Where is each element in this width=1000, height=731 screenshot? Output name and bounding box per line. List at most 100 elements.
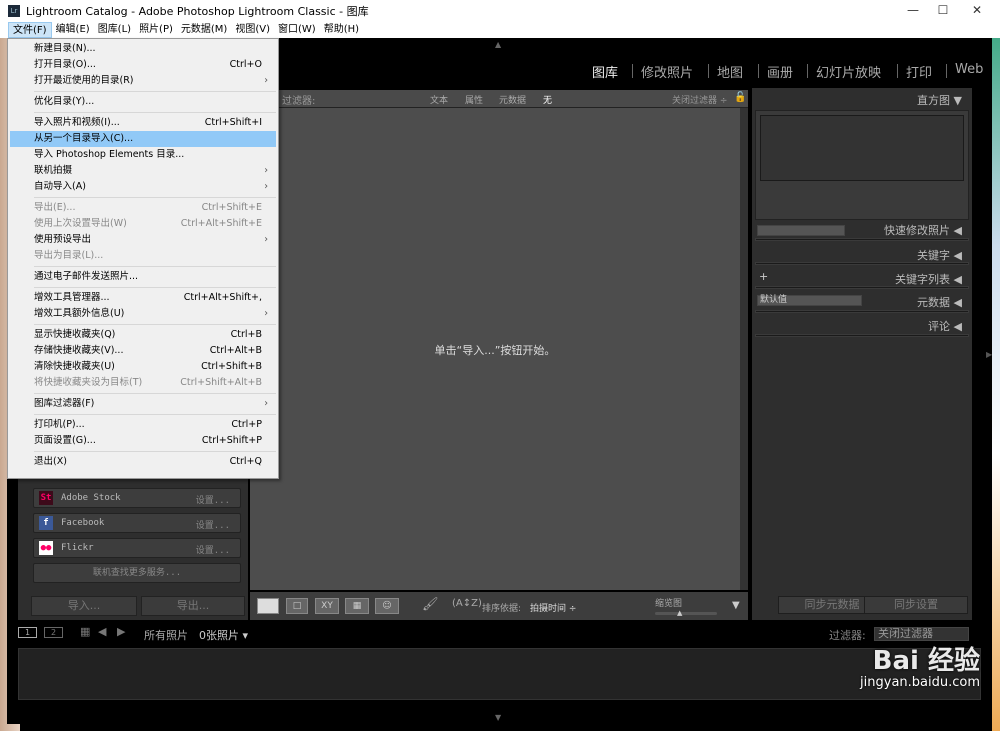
- filmstrip: [18, 648, 981, 700]
- menu-1[interactable]: 编辑(E): [52, 22, 94, 38]
- menu-7[interactable]: 帮助(H): [320, 22, 363, 38]
- minimize-button[interactable]: —: [896, 0, 930, 21]
- maximize-button[interactable]: ☐: [926, 0, 960, 21]
- file-menu-item[interactable]: 联机拍摄 ›: [10, 163, 276, 179]
- sort-select[interactable]: 拍摄时间 ÷: [530, 601, 576, 614]
- file-menu-item[interactable]: 增效工具管理器... Ctrl+Alt+Shift+,: [10, 290, 276, 306]
- menu-3[interactable]: 照片(P): [135, 22, 177, 38]
- file-menu-item[interactable]: 增效工具额外信息(U) ›: [10, 306, 276, 322]
- filter-tab-none[interactable]: 无: [543, 93, 552, 106]
- file-menu-item[interactable]: 打开目录(O)... Ctrl+O: [10, 57, 276, 73]
- module-tab-0[interactable]: 图库: [592, 62, 618, 81]
- service-logo-icon: ●●: [39, 541, 53, 555]
- file-menu-item[interactable]: 导出为目录(L)...: [10, 248, 276, 264]
- file-menu-item[interactable]: 自动导入(A) ›: [10, 179, 276, 195]
- loupe-view-icon[interactable]: □: [286, 598, 308, 614]
- file-menu-item[interactable]: 从另一个目录导入(C)...: [10, 131, 276, 147]
- file-menu-item[interactable]: 使用预设导出 ›: [10, 232, 276, 248]
- file-menu-item[interactable]: 通过电子邮件发送照片...: [10, 269, 276, 285]
- module-tab-4[interactable]: 幻灯片放映: [816, 62, 881, 81]
- right-panel-toggle-icon[interactable]: ▶: [986, 350, 992, 359]
- bottom-panel-toggle-icon[interactable]: ▼: [495, 713, 501, 722]
- second-window-button[interactable]: 2: [44, 627, 63, 638]
- export-button[interactable]: 导出...: [141, 596, 245, 616]
- toolbar-menu-chevron-icon[interactable]: ▼: [732, 600, 740, 611]
- file-menu-item[interactable]: 图库过滤器(F) ›: [10, 396, 276, 412]
- grid-scrollbar[interactable]: [740, 108, 748, 590]
- add-keyword-icon[interactable]: +: [759, 270, 768, 283]
- publish-service-0[interactable]: St Adobe Stock 设置...: [33, 488, 241, 508]
- lock-icon[interactable]: 🔓: [734, 92, 746, 103]
- quick-develop-header[interactable]: 快速修改照片 ◀: [884, 222, 962, 238]
- filter-tab-attribute[interactable]: 属性: [465, 93, 483, 106]
- menu-item-shortcut: Ctrl+P: [231, 419, 262, 430]
- menu-item-shortcut: Ctrl+Alt+B: [209, 345, 262, 356]
- service-setup-link[interactable]: 设置...: [196, 493, 230, 506]
- comments-header[interactable]: 评论 ◀: [928, 318, 962, 334]
- top-panel-toggle-icon[interactable]: ▲: [495, 40, 501, 49]
- keywording-header[interactable]: 关键字 ◀: [917, 247, 962, 263]
- main-window-button[interactable]: 1: [18, 627, 37, 638]
- histogram-header[interactable]: 直方图 ▼: [917, 92, 962, 108]
- filter-tab-text[interactable]: 文本: [430, 93, 448, 106]
- metadata-header[interactable]: 元数据 ◀: [917, 294, 962, 310]
- grid-view-icon[interactable]: [257, 598, 279, 614]
- sort-direction-icon[interactable]: (A↕Z): [452, 598, 482, 609]
- saved-preset-select[interactable]: [757, 225, 845, 236]
- menu-5[interactable]: 视图(V): [231, 22, 274, 38]
- people-view-icon[interactable]: ☺: [375, 598, 399, 614]
- keyword-list-header[interactable]: 关键字列表 ◀: [895, 271, 962, 287]
- file-menu-item[interactable]: 导出(E)... Ctrl+Shift+E: [10, 200, 276, 216]
- file-menu-item[interactable]: 退出(X) Ctrl+Q: [10, 454, 276, 470]
- compare-view-button[interactable]: XY: [315, 598, 339, 614]
- filmstrip-filter-select[interactable]: 关闭过滤器: [874, 627, 969, 641]
- menu-item-shortcut: Ctrl+Alt+Shift+,: [183, 292, 262, 303]
- module-tab-5[interactable]: 打印: [906, 62, 932, 81]
- file-menu-item[interactable]: 优化目录(Y)...: [10, 94, 276, 110]
- menu-6[interactable]: 窗口(W): [274, 22, 320, 38]
- source-label[interactable]: 所有照片: [144, 627, 188, 643]
- file-menu-item[interactable]: 新建目录(N)...: [10, 41, 276, 57]
- module-tab-3[interactable]: 画册: [767, 62, 793, 81]
- file-menu-item[interactable]: 打开最近使用的目录(R) ›: [10, 73, 276, 89]
- sync-settings-button[interactable]: 同步设置: [864, 596, 968, 614]
- menu-separator: [34, 414, 276, 415]
- file-menu-item[interactable]: 页面设置(G)... Ctrl+Shift+P: [10, 433, 276, 449]
- grid-icon[interactable]: ▦: [80, 625, 90, 638]
- menu-2[interactable]: 图库(L): [94, 22, 135, 38]
- back-arrow-icon[interactable]: ◀: [98, 625, 106, 638]
- file-menu-item[interactable]: 导入照片和视频(I)... Ctrl+Shift+I: [10, 115, 276, 131]
- publish-service-1[interactable]: f Facebook 设置...: [33, 513, 241, 533]
- file-menu-item[interactable]: 将快捷收藏夹设为目标(T) Ctrl+Shift+Alt+B: [10, 375, 276, 391]
- submenu-arrow-icon: ›: [264, 308, 268, 319]
- service-setup-link[interactable]: 设置...: [196, 518, 230, 531]
- close-button[interactable]: ✕: [960, 0, 994, 21]
- file-menu-item[interactable]: 存储快捷收藏夹(V)... Ctrl+Alt+B: [10, 343, 276, 359]
- filter-preset-select[interactable]: 关闭过滤器 ÷: [672, 93, 727, 106]
- service-setup-link[interactable]: 设置...: [196, 543, 230, 556]
- photo-count[interactable]: 0张照片 ▾: [199, 627, 248, 643]
- painter-icon[interactable]: 🖌: [422, 597, 439, 612]
- menu-4[interactable]: 元数据(M): [177, 22, 231, 38]
- publish-service-2[interactable]: ●● Flickr 设置...: [33, 538, 241, 558]
- file-menu-item[interactable]: 打印机(P)... Ctrl+P: [10, 417, 276, 433]
- menu-bar: 文件(F) 编辑(E) 图库(L) 照片(P) 元数据(M) 视图(V) 窗口(W) 帮助(H…: [0, 21, 1000, 38]
- file-menu-item[interactable]: 使用上次设置导出(W) Ctrl+Alt+Shift+E: [10, 216, 276, 232]
- forward-arrow-icon[interactable]: ▶: [117, 625, 125, 638]
- file-menu-item[interactable]: 清除快捷收藏夹(U) Ctrl+Shift+B: [10, 359, 276, 375]
- import-button[interactable]: 导入...: [31, 596, 137, 616]
- file-menu-item[interactable]: 导入 Photoshop Elements 目录...: [10, 147, 276, 163]
- menu-0[interactable]: 文件(F): [8, 21, 52, 38]
- thumbnail-size-slider[interactable]: ▲: [655, 609, 717, 617]
- menu-item-label: 自动导入(A): [34, 181, 86, 192]
- filter-tab-metadata[interactable]: 元数据: [499, 93, 526, 106]
- module-tab-1[interactable]: 修改照片: [641, 62, 693, 81]
- menu-item-label: 优化目录(Y)...: [34, 96, 95, 107]
- survey-view-icon[interactable]: ▦: [345, 598, 369, 614]
- find-more-services-button[interactable]: 联机查找更多服务...: [33, 563, 241, 583]
- module-tab-6[interactable]: Web: [955, 62, 983, 77]
- service-name: Adobe Stock: [61, 493, 121, 503]
- module-tab-2[interactable]: 地图: [717, 62, 743, 81]
- file-menu-item[interactable]: 显示快捷收藏夹(Q) Ctrl+B: [10, 327, 276, 343]
- metadata-preset-select[interactable]: 默认值: [757, 295, 862, 306]
